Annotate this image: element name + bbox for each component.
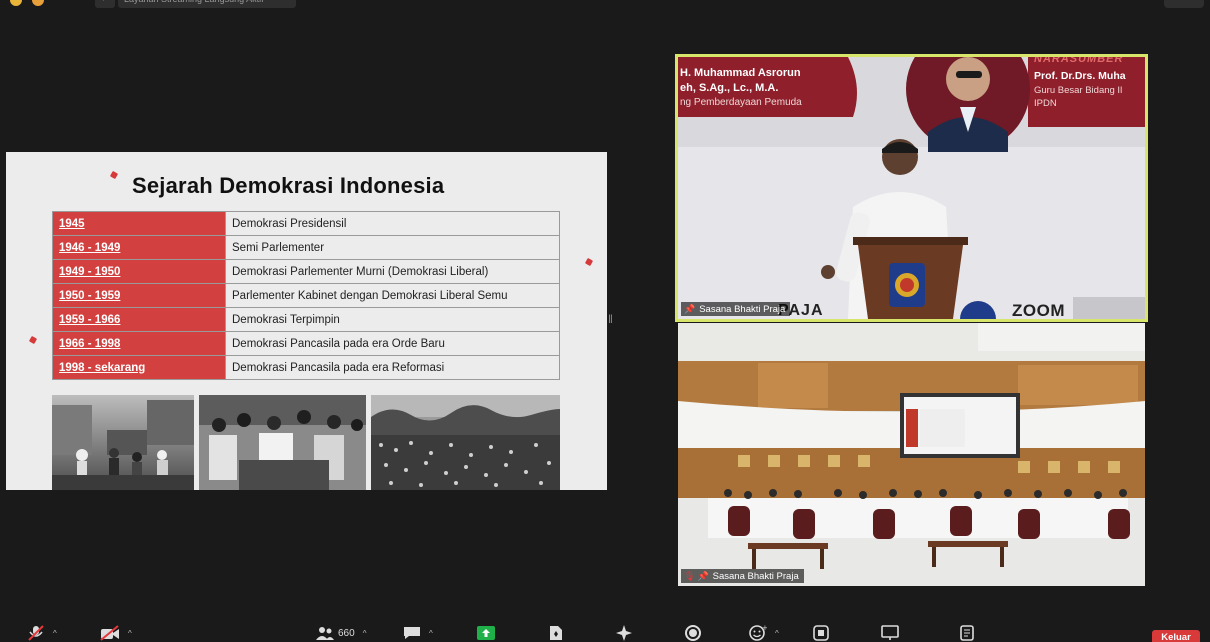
period-system: Demokrasi Pancasila pada era Reformasi [225,355,560,380]
meeting-toolbar: ^ ^ 660 ^ ^ + ^ [0,622,1210,642]
share-screen-icon [477,626,495,640]
historical-photo-street-crowd [52,395,194,490]
video-off-icon [100,625,119,641]
participants-button[interactable]: 660 ^ [315,625,366,641]
period-system: Demokrasi Parlementer Murni (Demokrasi L… [225,259,560,284]
chat-button[interactable]: ^ [403,625,433,641]
banner-left-line3: ng Pemberdayaan Pemuda [680,97,802,108]
ai-companion-button[interactable] [615,625,633,641]
period-years: 1966 - 1998 [52,331,226,356]
banner-right-line2: Guru Besar Bidang Il [1034,85,1123,96]
banner-left-line1: H. Muhammad Asrorun [680,67,801,79]
muted-mic-icon [28,625,44,641]
notes-icon [960,625,974,641]
period-system: Semi Parlementer [225,235,560,260]
banner-right-label: NARASUMBER [1034,54,1124,65]
chevron-up-icon[interactable]: ^ [775,629,779,638]
video-tile-speaker[interactable]: H. Muhammad Asrorun eh, S.Ag., Lc., M.A.… [675,54,1148,322]
chevron-up-icon[interactable]: ^ [128,629,132,638]
chevron-up-icon[interactable]: ^ [363,629,367,638]
leave-button[interactable]: Keluar [1152,630,1200,642]
slide-decoration [584,257,594,267]
table-row: 1949 - 1950 Demokrasi Parlementer Murni (… [52,259,560,284]
chat-icon [404,627,420,639]
view-button[interactable] [1164,0,1204,8]
participants-count: 660 [338,627,355,639]
slide-title: Sejarah Demokrasi Indonesia [132,173,445,198]
video-button[interactable]: ^ [100,625,132,641]
split-view-handle[interactable]: ‖ [608,312,613,332]
participant-name-label: 📌 Sasana Bhakti Praja [681,302,791,316]
record-button[interactable] [685,625,701,641]
banner-right-name: Prof. Dr.Drs. Muha [1034,70,1126,82]
hall-video-feed [678,323,1145,586]
streaming-banner: Layanan Streaming Langsung Aktif [118,0,296,8]
reactions-button[interactable]: + ^ [749,625,779,641]
whiteboard-button[interactable] [881,625,899,641]
chevron-up-icon[interactable]: ^ [53,629,57,638]
table-row: 1966 - 1998 Demokrasi Pancasila pada era … [52,331,560,356]
apps-icon [813,625,829,641]
slide-decoration [28,335,38,345]
period-years: 1998 - sekarang [52,355,226,380]
democracy-history-table: 1945 Demokrasi Presidensil 1946 - 1949 Semi… [52,211,560,380]
table-row: 1959 - 1966 Demokrasi Terpimpin [52,307,560,332]
top-bar: ⇄ Layanan Streaming Langsung Aktif [0,0,1210,10]
period-years: 1945 [52,211,226,236]
sparkle-icon [616,625,632,641]
document-button[interactable] [549,625,563,641]
notes-button[interactable] [960,625,974,641]
participant-name-label: 🎙 📌 Sasana Bhakti Praja [681,569,804,583]
period-years: 1949 - 1950 [52,259,226,284]
backdrop-text-right: ZOOM [1012,301,1065,320]
slide-decoration [109,170,119,180]
chevron-up-icon[interactable]: ^ [429,629,433,638]
period-system: Parlementer Kabinet dengan Demokrasi Lib… [225,283,560,308]
svg-text:+: + [762,625,767,632]
banner-left-line2: eh, S.Ag., Lc., M.A. [680,82,779,94]
historical-photos [52,395,560,490]
period-system: Demokrasi Pancasila pada era Orde Baru [225,331,560,356]
emoji-icon: + [749,625,767,641]
period-years: 1959 - 1966 [52,307,226,332]
status-dot-icon [32,0,44,6]
table-row: 1945 Demokrasi Presidensil [52,211,560,236]
muted-mic-icon: 🎙 [684,571,696,581]
zoom-meeting-window: ⇄ Layanan Streaming Langsung Aktif Sejar… [0,0,1210,642]
period-years: 1950 - 1959 [52,283,226,308]
table-row: 1950 - 1959 Parlementer Kabinet dengan De… [52,283,560,308]
whiteboard-icon [881,625,899,640]
record-icon [685,625,701,641]
shared-screen: Sejarah Demokrasi Indonesia 1945 Demokras… [6,152,607,490]
historical-photo-voting [199,395,366,490]
table-row: 1998 - sekarang Demokrasi Pancasila pada … [52,355,560,380]
status-dot-icon [10,0,22,6]
apps-button[interactable] [813,625,829,641]
period-system: Demokrasi Terpimpin [225,307,560,332]
historical-photo-mass-rally [371,395,560,490]
mute-button[interactable]: ^ [27,625,57,641]
table-row: 1946 - 1949 Semi Parlementer [52,235,560,260]
banner-right-line3: IPDN [1034,98,1057,109]
view-icon[interactable]: ⇄ [95,0,115,8]
document-icon [550,626,562,640]
video-tile-hall[interactable]: 🎙 📌 Sasana Bhakti Praja [678,323,1145,586]
participants-icon [316,627,334,640]
pin-icon: 📌 [684,304,696,314]
share-screen-button[interactable] [477,625,495,641]
period-years: 1946 - 1949 [52,235,226,260]
period-system: Demokrasi Presidensil [225,211,560,236]
pin-icon: 📌 [697,571,709,581]
